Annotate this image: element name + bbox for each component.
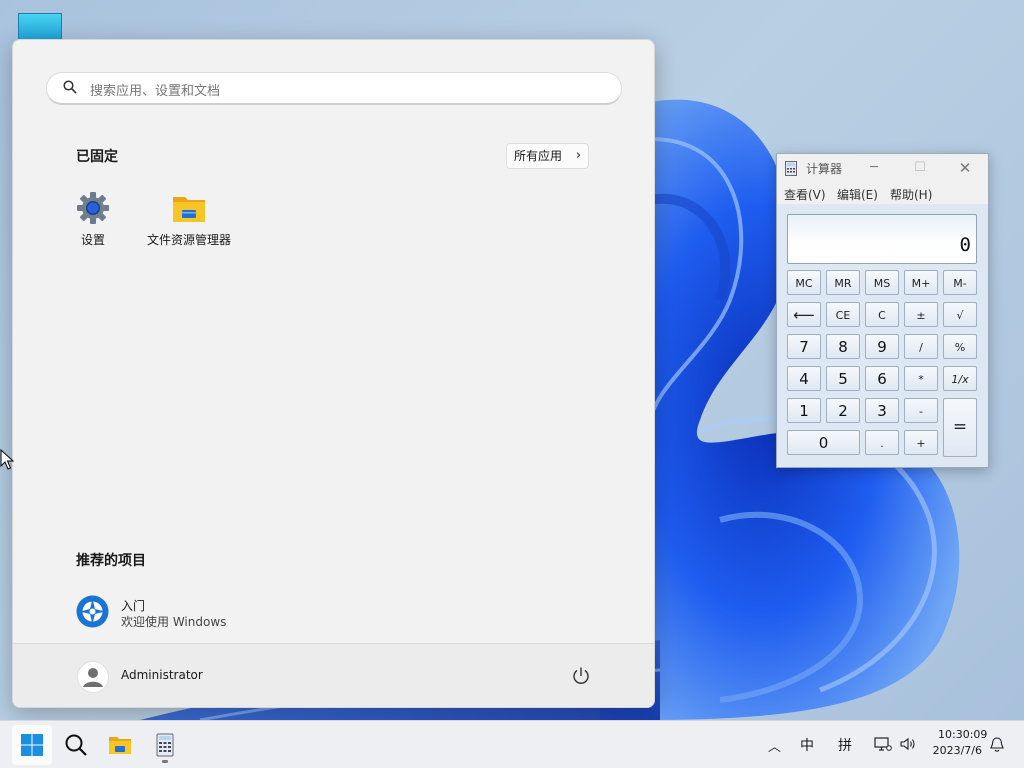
pinned-title: 已固定 xyxy=(76,149,118,165)
ms-button[interactable]: MS xyxy=(865,270,899,295)
search-icon xyxy=(63,80,77,94)
start-icon xyxy=(21,734,43,756)
start-search-input[interactable]: 搜索应用、设置和文档 xyxy=(46,72,622,105)
user-name[interactable]: Administrator xyxy=(121,668,203,682)
maximize-icon[interactable]: ☐ xyxy=(908,158,932,178)
folder-icon xyxy=(173,197,205,222)
display-value: 0 xyxy=(959,234,971,256)
backspace-button[interactable]: ⟵ xyxy=(787,302,821,327)
get-started-icon xyxy=(76,595,109,628)
digit-0-button[interactable]: 0 xyxy=(787,430,860,455)
close-icon[interactable]: ✕ xyxy=(953,158,977,178)
settings-gear-icon xyxy=(77,192,109,224)
digit-8-button[interactable]: 8 xyxy=(826,334,860,359)
chevron-up-icon[interactable]: ︿ xyxy=(768,736,781,755)
calculator-icon xyxy=(785,161,797,176)
clear-button[interactable]: C xyxy=(865,302,899,327)
clock-date[interactable]: 2023/7/6 xyxy=(927,744,982,757)
calculator-menubar: 查看(V) 编辑(E) 帮助(H) xyxy=(777,182,988,204)
pinned-app-file-explorer[interactable]: 文件资源管理器 xyxy=(139,191,239,248)
digit-4-button[interactable]: 4 xyxy=(787,366,821,391)
mr-button[interactable]: MR xyxy=(826,270,860,295)
taskbar-search-button[interactable] xyxy=(56,725,96,765)
plus-minus-button[interactable]: ± xyxy=(904,302,938,327)
reciprocal-button[interactable]: 1/x xyxy=(943,366,977,391)
mouse-cursor-icon xyxy=(0,449,14,470)
taskbar-file-explorer-button[interactable] xyxy=(100,725,140,765)
user-avatar[interactable] xyxy=(77,661,109,693)
subtract-button[interactable]: - xyxy=(904,398,938,423)
recommended-item-title: 入门 xyxy=(121,599,146,613)
menu-edit[interactable]: 编辑(E) xyxy=(837,186,878,203)
start-menu: 搜索应用、设置和文档 已固定 所有应用 › 设置 文件资源管理器 推荐的项目 入… xyxy=(12,39,655,708)
recommended-title: 推荐的项目 xyxy=(76,553,146,569)
calculator-window: 计算器 ─ ☐ ✕ 查看(V) 编辑(E) 帮助(H) 0 MC MR MS M… xyxy=(776,153,989,468)
m-plus-button[interactable]: M+ xyxy=(904,270,938,295)
menu-view[interactable]: 查看(V) xyxy=(784,186,826,203)
digit-3-button[interactable]: 3 xyxy=(865,398,899,423)
start-button[interactable] xyxy=(12,725,52,765)
pinned-app-label: 文件资源管理器 xyxy=(146,233,231,247)
ime-mode[interactable]: 拼 xyxy=(838,735,852,755)
start-footer: Administrator xyxy=(13,643,654,707)
sqrt-button[interactable]: √ xyxy=(943,302,977,327)
search-icon xyxy=(65,734,87,756)
ime-language[interactable]: 中 xyxy=(800,735,814,755)
power-icon[interactable] xyxy=(569,664,593,688)
calculator-icon xyxy=(156,733,174,757)
network-icon[interactable] xyxy=(874,736,892,752)
file-explorer-icon xyxy=(109,737,131,754)
chevron-right-icon: › xyxy=(575,148,582,163)
digit-5-button[interactable]: 5 xyxy=(826,366,860,391)
pinned-app-label: 设置 xyxy=(80,233,105,247)
decimal-button[interactable]: . xyxy=(865,430,899,455)
digit-6-button[interactable]: 6 xyxy=(865,366,899,391)
calculator-title: 计算器 xyxy=(806,162,843,176)
divide-button[interactable]: / xyxy=(904,334,938,359)
calculator-display: 0 xyxy=(787,214,977,264)
all-apps-label: 所有应用 xyxy=(514,149,563,163)
notification-bell-icon[interactable] xyxy=(989,736,1005,753)
all-apps-button[interactable]: 所有应用 › xyxy=(506,143,590,169)
digit-7-button[interactable]: 7 xyxy=(787,334,821,359)
add-button[interactable]: + xyxy=(904,430,938,455)
recommended-item-subtitle: 欢迎使用 Windows xyxy=(121,615,227,629)
ce-button[interactable]: CE xyxy=(826,302,860,327)
menu-help[interactable]: 帮助(H) xyxy=(890,186,932,203)
taskbar: ︿ 中 拼 xyxy=(0,720,1024,768)
mc-button[interactable]: MC xyxy=(787,270,821,295)
running-indicator xyxy=(162,760,168,763)
digit-9-button[interactable]: 9 xyxy=(865,334,899,359)
digit-2-button[interactable]: 2 xyxy=(826,398,860,423)
desktop: 搜索应用、设置和文档 已固定 所有应用 › 设置 文件资源管理器 推荐的项目 入… xyxy=(0,0,1024,768)
percent-button[interactable]: % xyxy=(943,334,977,359)
equals-button[interactable]: = xyxy=(943,398,977,457)
calculator-titlebar[interactable]: 计算器 ─ ☐ ✕ xyxy=(777,154,988,182)
volume-icon[interactable] xyxy=(899,736,917,752)
recommended-item-get-started[interactable]: 入门 欢迎使用 Windows xyxy=(76,594,376,630)
taskbar-calculator-button[interactable] xyxy=(145,725,185,765)
m-minus-button[interactable]: M- xyxy=(943,270,977,295)
minimize-icon[interactable]: ─ xyxy=(862,158,886,178)
pinned-app-settings[interactable]: 设置 xyxy=(43,191,143,248)
search-placeholder: 搜索应用、设置和文档 xyxy=(90,84,221,99)
clock-time[interactable]: 10:30:09 xyxy=(938,728,987,741)
digit-1-button[interactable]: 1 xyxy=(787,398,821,423)
multiply-button[interactable]: * xyxy=(904,366,938,391)
